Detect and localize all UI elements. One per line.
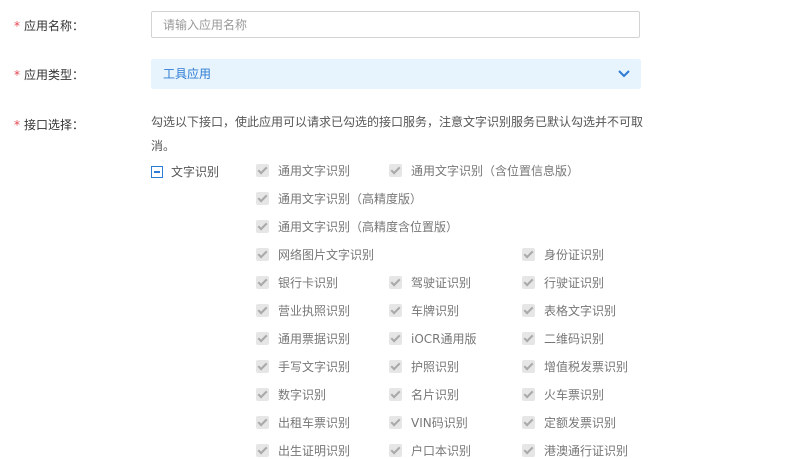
checkbox-checked-disabled-icon	[256, 303, 269, 317]
ocr-group-checkbox[interactable]: 文字识别	[151, 163, 219, 180]
indeterminate-checkbox-icon	[151, 165, 163, 178]
interface-option-label: 营业执照识别	[278, 303, 351, 318]
interface-option-label: 增值税发票识别	[544, 359, 629, 374]
checkbox-checked-disabled-icon	[522, 247, 535, 261]
app-name-label: * 应用名称：	[14, 17, 84, 34]
checkbox-checked-disabled-icon	[389, 331, 402, 345]
interfaces-label: * 接口选择：	[14, 116, 84, 133]
interface-option-label: iOCR通用版	[411, 331, 477, 346]
interface-option-label: 银行卡识别	[278, 275, 339, 290]
interfaces-description: 勾选以下接口，使此应用可以请求已勾选的接口服务，注意文字识别服务已默认勾选并不可…	[151, 115, 644, 153]
interface-option-label: 车牌识别	[411, 303, 460, 318]
interface-option[interactable]: 驾驶证识别	[389, 274, 471, 290]
checkbox-checked-disabled-icon	[522, 275, 535, 289]
checkbox-checked-disabled-icon	[256, 415, 269, 429]
interface-option[interactable]: 出生证明识别	[256, 442, 350, 458]
interface-option-label: 表格文字识别	[544, 303, 617, 318]
interface-option[interactable]: 港澳通行证识别	[522, 442, 628, 458]
interface-option[interactable]: VIN码识别	[389, 414, 468, 430]
interface-option-label: 通用文字识别	[278, 163, 351, 178]
checkbox-checked-disabled-icon	[522, 359, 535, 373]
interface-option[interactable]: 行驶证识别	[522, 274, 604, 290]
interface-option-label: 行驶证识别	[544, 275, 605, 290]
interface-option[interactable]: 车牌识别	[389, 302, 459, 318]
interface-option[interactable]: 通用文字识别（含位置信息版）	[389, 162, 579, 178]
interface-option-label: 火车票识别	[544, 387, 605, 402]
interface-option-label: 护照识别	[411, 359, 460, 374]
interface-option-label: 手写文字识别	[278, 359, 351, 374]
interface-option-label: 通用文字识别（高精度含位置版）	[278, 219, 459, 234]
checkbox-checked-disabled-icon	[256, 387, 269, 401]
interface-option-label: 驾驶证识别	[411, 275, 472, 290]
interface-option[interactable]: 营业执照识别	[256, 302, 350, 318]
interface-option[interactable]: 网络图片文字识别	[256, 246, 374, 262]
interface-option-label: 出生证明识别	[278, 443, 351, 458]
interface-option-label: 身份证识别	[544, 247, 605, 262]
interface-option[interactable]: 出租车票识别	[256, 414, 350, 430]
app-type-label-text: 应用类型：	[24, 68, 85, 82]
interface-option[interactable]: 增值税发票识别	[522, 358, 628, 374]
checkbox-checked-disabled-icon	[389, 359, 402, 373]
interface-option[interactable]: 数字识别	[256, 386, 326, 402]
interface-option[interactable]: iOCR通用版	[389, 330, 477, 346]
app-name-label-text: 应用名称：	[24, 19, 85, 33]
interface-option-label: 户口本识别	[411, 443, 472, 458]
interface-option-label: 网络图片文字识别	[278, 247, 375, 262]
interface-option-label: 通用文字识别（含位置信息版）	[411, 163, 580, 178]
checkbox-checked-disabled-icon	[256, 359, 269, 373]
checkbox-checked-disabled-icon	[256, 163, 269, 177]
interface-option[interactable]: 身份证识别	[522, 246, 604, 262]
interface-option[interactable]: 户口本识别	[389, 442, 471, 458]
interface-option-label: 通用票据识别	[278, 331, 351, 346]
required-mark: *	[14, 118, 20, 132]
interface-option[interactable]: 手写文字识别	[256, 358, 350, 374]
interface-option[interactable]: 护照识别	[389, 358, 459, 374]
checkbox-checked-disabled-icon	[522, 303, 535, 317]
interface-option-label: 通用文字识别（高精度版）	[278, 191, 423, 206]
checkbox-checked-disabled-icon	[389, 443, 402, 457]
checkbox-checked-disabled-icon	[522, 387, 535, 401]
interface-option-label: 名片识别	[411, 387, 460, 402]
checkbox-checked-disabled-icon	[522, 331, 535, 345]
checkbox-checked-disabled-icon	[389, 387, 402, 401]
checkbox-checked-disabled-icon	[256, 219, 269, 233]
app-type-select[interactable]: 工具应用	[151, 59, 641, 89]
ocr-group-label: 文字识别	[171, 165, 220, 179]
interface-option-label: VIN码识别	[411, 415, 468, 430]
checkbox-checked-disabled-icon	[256, 275, 269, 289]
interface-option-label: 数字识别	[278, 387, 327, 402]
interface-option-label: 定额发票识别	[544, 415, 617, 430]
checkbox-checked-disabled-icon	[522, 415, 535, 429]
interface-option[interactable]: 二维码识别	[522, 330, 604, 346]
app-type-label: * 应用类型：	[14, 66, 84, 83]
interface-option[interactable]: 火车票识别	[522, 386, 604, 402]
interfaces-label-text: 接口选择：	[24, 118, 85, 132]
app-name-input[interactable]	[151, 11, 640, 38]
interface-option-label: 出租车票识别	[278, 415, 351, 430]
chevron-down-icon	[618, 70, 630, 78]
checkbox-checked-disabled-icon	[256, 331, 269, 345]
checkbox-checked-disabled-icon	[389, 163, 402, 177]
checkbox-checked-disabled-icon	[389, 415, 402, 429]
required-mark: *	[14, 68, 20, 82]
interface-option-label: 二维码识别	[544, 331, 605, 346]
app-type-selected-value: 工具应用	[163, 67, 212, 81]
interface-option-label: 港澳通行证识别	[544, 443, 629, 458]
interface-option[interactable]: 通用票据识别	[256, 330, 350, 346]
checkbox-checked-disabled-icon	[389, 275, 402, 289]
checkbox-checked-disabled-icon	[256, 191, 269, 205]
checkbox-checked-disabled-icon	[256, 443, 269, 457]
required-mark: *	[14, 19, 20, 33]
checkbox-checked-disabled-icon	[256, 247, 269, 261]
interface-option[interactable]: 名片识别	[389, 386, 459, 402]
interface-option[interactable]: 银行卡识别	[256, 274, 338, 290]
checkbox-checked-disabled-icon	[522, 443, 535, 457]
checkbox-checked-disabled-icon	[389, 303, 402, 317]
interface-option[interactable]: 表格文字识别	[522, 302, 616, 318]
interface-option[interactable]: 通用文字识别（高精度版）	[256, 190, 422, 206]
interface-option[interactable]: 定额发票识别	[522, 414, 616, 430]
interface-option[interactable]: 通用文字识别（高精度含位置版）	[256, 218, 458, 234]
interface-option[interactable]: 通用文字识别	[256, 162, 350, 178]
